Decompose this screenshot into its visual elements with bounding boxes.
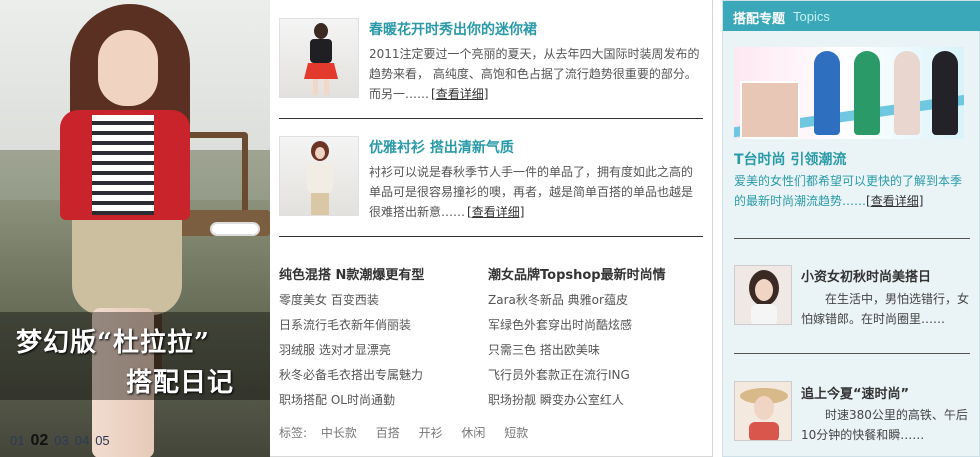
sidebar-divider: [734, 353, 970, 354]
feature-desc-text: 爱美的女性们都希望可以更快的了解到本季的最新时尚潮流趋势……: [734, 174, 963, 208]
article-desc: 2011注定要过一个亮丽的夏天，从去年四大国际时装周发布的趋势来看， 高纯度、高…: [369, 44, 701, 104]
feature-title[interactable]: T台时尚 引领潮流: [734, 149, 846, 169]
tag-link[interactable]: 休闲: [461, 426, 485, 440]
tag-link[interactable]: 百搭: [376, 426, 400, 440]
model-skirt: [72, 205, 182, 315]
pager-item-2[interactable]: 02: [30, 432, 48, 450]
topic-title[interactable]: 小资女初秋时尚美搭日: [801, 266, 931, 285]
list-link[interactable]: 飞行员外套款正在流行ING: [488, 366, 630, 383]
feature-desc: 爱美的女性们都希望可以更快的了解到本季的最新时尚潮流趋势……[查看详细]: [734, 171, 972, 211]
list-link[interactable]: 日系流行毛衣新年俏丽装: [279, 316, 411, 333]
view-details-link[interactable]: [查看详细]: [866, 194, 923, 208]
banner-model-figure: [854, 51, 880, 135]
view-details-link[interactable]: [查看详细]: [431, 87, 488, 101]
article-title[interactable]: 春暖花开时秀出你的迷你裙: [369, 19, 537, 39]
article-desc: 衬衫可以说是春秋季节人手一件的单品了，拥有度如此之高的单品可是很容易撞衫的噢，再…: [369, 162, 701, 222]
pager-item-4[interactable]: 04: [75, 433, 89, 448]
topics-sidebar: 搭配专题 Topics T台时尚 引领潮流 爱美的女性们都希望可以更快的了解到本…: [722, 0, 980, 457]
list-link[interactable]: 职场搭配 OL时尚通勤: [279, 391, 395, 408]
banner-model-figure: [932, 51, 958, 135]
sidebar-heading: 搭配专题: [733, 12, 786, 27]
tag-link[interactable]: 开衫: [419, 426, 443, 440]
hero-caption-line2: 搭配日记: [126, 368, 235, 398]
list-link[interactable]: 羽绒服 选对才显漂亮: [279, 341, 391, 358]
topic-desc: 在生活中，男怕选错行，女怕嫁错郎。在时尚圈里……: [801, 292, 970, 326]
list-link[interactable]: 只需三色 搭出欧美味: [488, 341, 600, 358]
column-gap: [713, 0, 722, 457]
view-details-link[interactable]: [查看详细]: [467, 205, 524, 219]
list-link[interactable]: 职场扮靓 瞬变办公室红人: [488, 391, 624, 408]
hero-pager: 01 02 03 04 05: [10, 432, 110, 450]
sidebar-divider: [734, 238, 970, 239]
pager-item-1[interactable]: 01: [10, 433, 24, 448]
article-title[interactable]: 优雅衬衫 搭出清新气质: [369, 137, 514, 157]
article-item: 优雅衬衫 搭出清新气质 衬衫可以说是春秋季节人手一件的单品了，拥有度如此之高的单…: [279, 136, 699, 222]
model-sunhat-icon: [735, 382, 791, 440]
model-face: [98, 30, 158, 106]
article-item: 春暖花开时秀出你的迷你裙 2011注定要过一个亮丽的夏天，从去年四大国际时装周发…: [279, 18, 701, 104]
model-portrait-icon: [735, 266, 791, 324]
article-thumbnail[interactable]: [279, 18, 359, 98]
topics-banner-image[interactable]: [734, 47, 964, 139]
sidebar-header: 搭配专题 Topics: [723, 1, 980, 31]
tag-bar: 标签: 中长款 百搭 开衫 休闲 短款: [279, 424, 543, 441]
topic-thumbnail[interactable]: [734, 381, 792, 441]
list-heading[interactable]: 潮女品牌Topshop最新时尚情: [488, 264, 666, 283]
article-desc-text: 衬衫可以说是春秋季节人手一件的单品了，拥有度如此之高的单品可是很容易撞衫的噢，再…: [369, 165, 694, 219]
section-divider: [279, 118, 703, 119]
sunglasses-prop: [210, 222, 260, 236]
tag-link[interactable]: 中长款: [321, 426, 357, 440]
list-link[interactable]: 军绿色外套穿出时尚酷炫感: [488, 316, 632, 333]
topic-thumbnail[interactable]: [734, 265, 792, 325]
section-divider: [279, 236, 703, 237]
model-striped-shirt: [92, 115, 154, 215]
list-link[interactable]: 秋冬必备毛衣搭出专属魅力: [279, 366, 423, 383]
pager-item-3[interactable]: 03: [54, 433, 68, 448]
model-shirt-icon: [307, 141, 333, 215]
article-thumbnail[interactable]: [279, 136, 359, 216]
list-heading[interactable]: 纯色混搭 N款潮爆更有型: [279, 264, 424, 283]
list-link[interactable]: 零度美女 百变西装: [279, 291, 379, 308]
sidebar-heading-en: Topics: [793, 9, 830, 24]
topic-desc: 时速380公里的高铁、午后10分钟的快餐和瞬……: [801, 408, 968, 442]
pager-item-5[interactable]: 05: [95, 433, 109, 448]
banner-model-figure: [814, 51, 840, 135]
hero-caption-line1: 梦幻版“杜拉拉”: [16, 328, 210, 358]
hero-banner[interactable]: 梦幻版“杜拉拉” 搭配日记 01 02 03 04 05: [0, 0, 270, 457]
tags-label: 标签:: [279, 426, 308, 440]
topic-title[interactable]: 追上今夏“速时尚”: [801, 383, 909, 402]
banner-model-figure: [894, 51, 920, 135]
model-miniskirt-icon: [304, 23, 338, 95]
article-desc-text: 2011注定要过一个亮丽的夏天，从去年四大国际时装周发布的趋势来看， 高纯度、高…: [369, 47, 700, 101]
article-column: 春暖花开时秀出你的迷你裙 2011注定要过一个亮丽的夏天，从去年四大国际时装周发…: [270, 0, 713, 457]
list-link[interactable]: Zara秋冬新品 典雅or蕴皮: [488, 291, 628, 308]
banner-portrait: [740, 81, 800, 139]
tag-link[interactable]: 短款: [504, 426, 528, 440]
